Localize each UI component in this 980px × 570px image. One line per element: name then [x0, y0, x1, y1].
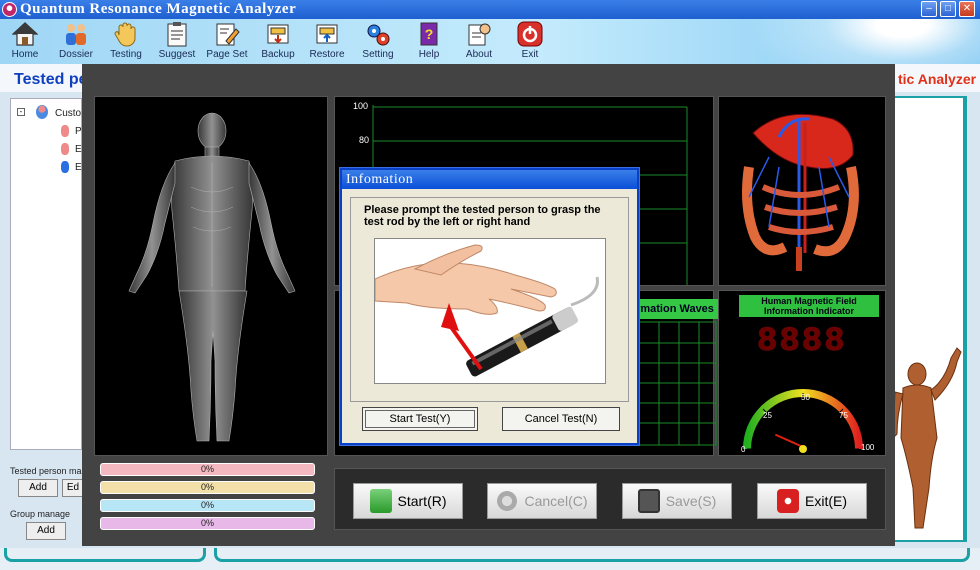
cancel-button-label: Cancel(C) [524, 493, 588, 509]
save-button[interactable]: Save(S) [622, 483, 732, 519]
edit-person-button[interactable]: Ed [62, 479, 84, 497]
save-disk-icon [637, 489, 660, 513]
toolbar-restore-button[interactable]: Restore [302, 21, 352, 60]
save-button-label: Save(S) [665, 493, 717, 509]
tree-item-person[interactable]: P [75, 126, 82, 137]
title-bar: Quantum Resonance Magnetic Analyzer – □ … [0, 0, 980, 19]
customer-tree[interactable]: - Custo P E E [10, 98, 82, 450]
page-set-icon [216, 23, 240, 46]
progress-bar-3: 0% [100, 499, 315, 512]
magnetic-indicator-panel: Human Magnetic Field Information Indicat… [718, 290, 886, 456]
tested-person-heading: Tested pe [14, 71, 88, 88]
person-icon [61, 125, 69, 137]
exit-button[interactable]: Exit(E) [757, 483, 867, 519]
toolbar-label: Page Set [206, 49, 248, 60]
toolbar-backup-button[interactable]: Backup [253, 21, 303, 60]
hand-grip-photo [374, 238, 606, 384]
tree-root-label[interactable]: Custo [55, 108, 81, 119]
toolbar-label: Testing [110, 49, 142, 60]
tested-person-manage-label: Tested person ma [10, 466, 82, 476]
minimize-button[interactable]: – [921, 1, 937, 17]
home-icon [12, 22, 38, 46]
app-logo-icon [2, 2, 17, 17]
progress-bar-4: 0% [100, 517, 315, 530]
group-people-icon [36, 105, 48, 119]
about-icon [468, 23, 491, 46]
start-button-label: Start(R) [397, 493, 447, 509]
waves-title: rmation Waves [631, 299, 719, 319]
start-test-button[interactable]: Start Test(Y) [362, 407, 478, 431]
progress-bar-2: 0% [100, 481, 315, 494]
add-person-button[interactable]: Add [18, 479, 58, 497]
progress-bar-1: 0% [100, 463, 315, 476]
main-frame-border [214, 548, 970, 562]
tree-item-person[interactable]: E [75, 144, 82, 155]
toolbar-setting-button[interactable]: Setting [353, 21, 403, 60]
person-icon [61, 161, 69, 173]
restore-icon [316, 24, 338, 44]
human-body-xray-illustration [128, 112, 296, 442]
toolbar-dossier-button[interactable]: Dossier [51, 21, 101, 60]
toolbar-label: About [465, 49, 493, 60]
toolbar-label: Home [11, 49, 39, 60]
organs-illustration [742, 113, 859, 271]
gauge-needle-layer [774, 433, 807, 453]
toolbar-help-button[interactable]: ? Help [404, 21, 454, 60]
main-toolbar: Home Dossier Testing Suggest Page Set Ba… [0, 19, 980, 64]
tree-item-person[interactable]: E [75, 162, 82, 173]
brand-title-fragment: tic Analyzer [898, 71, 977, 87]
help-book-icon: ? [420, 22, 438, 46]
toolbar-suggest-button[interactable]: Suggest [152, 21, 202, 60]
users-icon [66, 24, 86, 45]
toolbar-label: Backup [261, 49, 295, 60]
left-frame-border [4, 548, 206, 562]
window-title: Quantum Resonance Magnetic Analyzer [20, 1, 297, 17]
exit-button-label: Exit(E) [805, 493, 847, 509]
toolbar-about-button[interactable]: About [454, 21, 504, 60]
exit-power-icon [777, 489, 799, 513]
cancel-test-button[interactable]: Cancel Test(N) [502, 407, 620, 431]
toolbar-label: Restore [309, 49, 345, 60]
tree-collapse-toggle[interactable]: - [17, 108, 25, 116]
cancel-refresh-icon [496, 489, 519, 513]
maximize-button[interactable]: □ [940, 1, 956, 17]
toolbar-label: Help [418, 49, 440, 60]
gears-icon [367, 24, 390, 46]
gauge-needle [774, 433, 804, 448]
toolbar-testing-button[interactable]: Testing [101, 21, 151, 60]
hand-holding-rod-illustration [375, 244, 599, 377]
gauge-hub [799, 445, 807, 453]
toolbar-label: Setting [362, 49, 394, 60]
cancel-button[interactable]: Cancel(C) [487, 483, 597, 519]
close-button[interactable]: ✕ [959, 1, 975, 17]
toolbar-home-button[interactable]: Home [0, 21, 50, 60]
power-icon [517, 21, 543, 47]
action-buttons-panel: Start(R) Cancel(C) Save(S) Exit(E) [334, 468, 886, 530]
information-dialog: Infomation Please prompt the tested pers… [340, 168, 639, 445]
add-group-button[interactable]: Add [26, 522, 66, 540]
dialog-prompt-text: Please prompt the tested person to grasp… [364, 204, 601, 228]
backup-icon [267, 24, 289, 44]
toolbar-page-set-button[interactable]: Page Set [202, 21, 252, 60]
hand-icon [114, 22, 136, 47]
start-test-icon [369, 489, 392, 513]
body-scan-panel [94, 96, 328, 456]
start-button[interactable]: Start(R) [353, 483, 463, 519]
clipboard-icon [167, 22, 187, 47]
organs-panel [718, 96, 886, 286]
toolbar-label: Suggest [158, 49, 196, 60]
toolbar-label: Dossier [59, 49, 93, 60]
dialog-title: Infomation [342, 170, 637, 189]
svg-text:?: ? [425, 26, 434, 42]
person-icon [61, 143, 69, 155]
toolbar-label: Exit [521, 49, 539, 60]
right-figure-panel [885, 96, 967, 542]
toolbar-exit-button[interactable]: Exit [505, 21, 555, 60]
group-manage-label: Group manage [10, 509, 71, 519]
toolbar-light-decoration [720, 19, 980, 64]
muscle-figure-illustration [892, 347, 962, 529]
